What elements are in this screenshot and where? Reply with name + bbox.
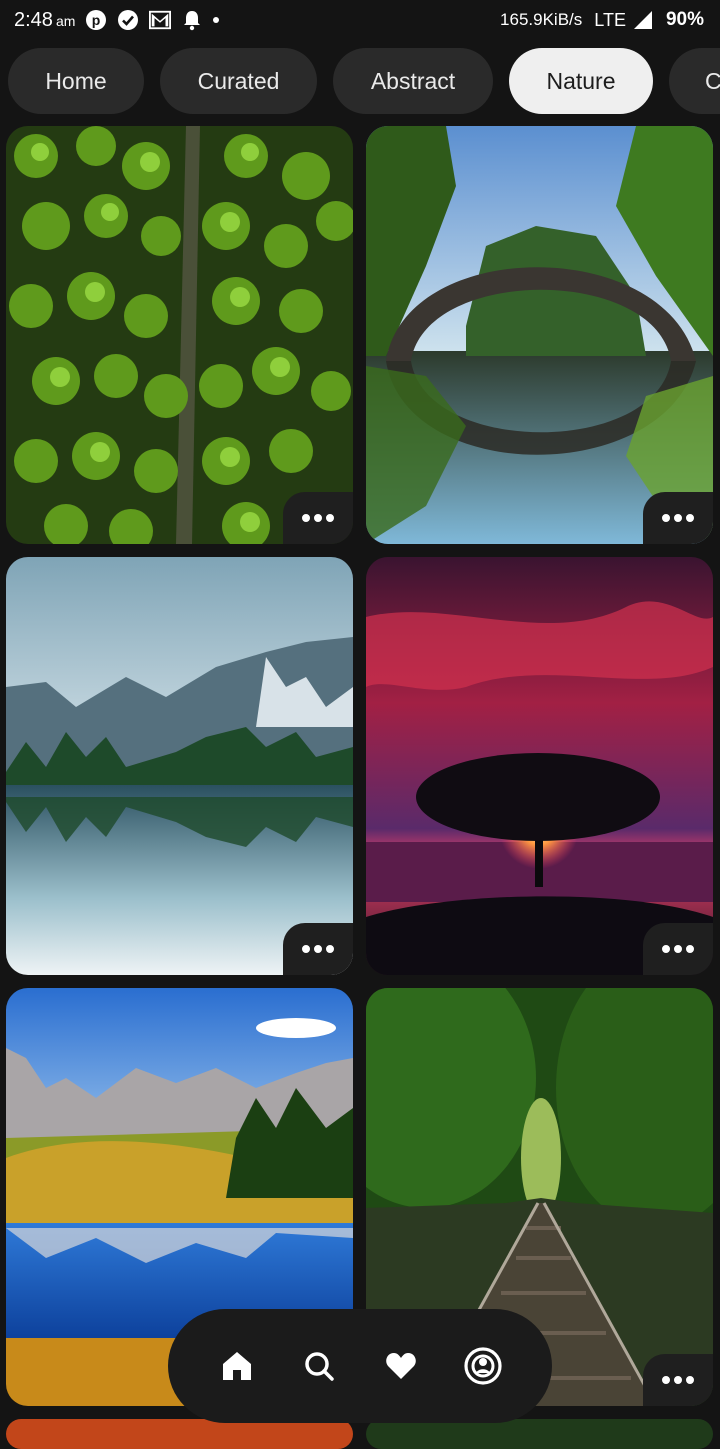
status-bar-left: 2:48 am p — [14, 9, 220, 32]
more-dots-icon — [662, 945, 670, 953]
tab-home[interactable]: Home — [8, 48, 144, 114]
tab-nature[interactable]: Nature — [509, 48, 653, 114]
notification-bell-icon — [181, 9, 203, 31]
network-type: LTE — [594, 9, 626, 30]
more-options-button[interactable] — [643, 1354, 713, 1406]
dot-icon — [213, 17, 220, 23]
more-dots-icon — [686, 514, 694, 522]
wallpaper-card-partial[interactable] — [366, 1419, 713, 1449]
more-options-button[interactable] — [283, 492, 353, 544]
nav-favorites-button[interactable] — [378, 1343, 424, 1389]
more-options-button[interactable] — [283, 923, 353, 975]
more-dots-icon — [662, 514, 670, 522]
forest-image — [6, 126, 353, 544]
more-options-button[interactable] — [643, 923, 713, 975]
nav-search-button[interactable] — [296, 1343, 342, 1389]
more-dots-icon — [302, 945, 310, 953]
more-dots-icon — [674, 1376, 682, 1384]
heart-icon — [386, 1353, 416, 1379]
wallpaper-card-partial[interactable] — [6, 1419, 353, 1449]
leaves-image — [366, 1419, 713, 1449]
battery-level: 90% — [665, 9, 704, 30]
wallpaper-card-arch-bridge[interactable] — [366, 126, 713, 544]
check-circle-icon — [117, 9, 139, 31]
signal-icon — [632, 9, 654, 31]
svg-text:p: p — [92, 12, 101, 28]
wallpaper-card-aerial-forest[interactable] — [6, 126, 353, 544]
more-dots-icon — [674, 514, 682, 522]
more-dots-icon — [314, 514, 322, 522]
gmail-icon — [149, 9, 172, 31]
more-dots-icon — [314, 945, 322, 953]
status-bar: 2:48 am p 165.9KiB/s LTE 90% — [0, 0, 720, 40]
category-tabs: Home Curated Abstract Nature C — [8, 48, 720, 116]
clock-ampm: am — [55, 12, 76, 29]
more-dots-icon — [662, 1376, 670, 1384]
tab-curated[interactable]: Curated — [160, 48, 317, 114]
profile-icon — [464, 1347, 502, 1385]
more-dots-icon — [686, 945, 694, 953]
clock-time: 2:48 — [14, 8, 53, 31]
more-dots-icon — [302, 514, 310, 522]
more-dots-icon — [326, 945, 334, 953]
autumn-image — [6, 1419, 353, 1449]
search-icon — [305, 1352, 334, 1381]
more-dots-icon — [674, 945, 682, 953]
tab-partial[interactable]: C — [669, 48, 720, 114]
more-options-button[interactable] — [643, 492, 713, 544]
tab-abstract[interactable]: Abstract — [333, 48, 493, 114]
more-dots-icon — [326, 514, 334, 522]
wallpaper-card-tree-sunset[interactable] — [366, 557, 713, 975]
bottom-navigation — [168, 1309, 552, 1423]
pinterest-icon: p — [85, 9, 107, 31]
network-speed: 165.9KiB/s — [500, 10, 583, 29]
home-icon — [223, 1352, 251, 1380]
more-dots-icon — [686, 1376, 694, 1384]
nav-profile-button[interactable] — [460, 1343, 506, 1389]
wallpaper-card-mountain-lake[interactable] — [6, 557, 353, 975]
nav-home-button[interactable] — [214, 1343, 260, 1389]
status-bar-right: 165.9KiB/s LTE 90% — [500, 9, 704, 31]
arch-bridge-image — [366, 126, 713, 544]
tree-sunset-image — [366, 557, 713, 975]
mountain-lake-image — [6, 557, 353, 975]
clock: 2:48 am — [14, 9, 75, 32]
